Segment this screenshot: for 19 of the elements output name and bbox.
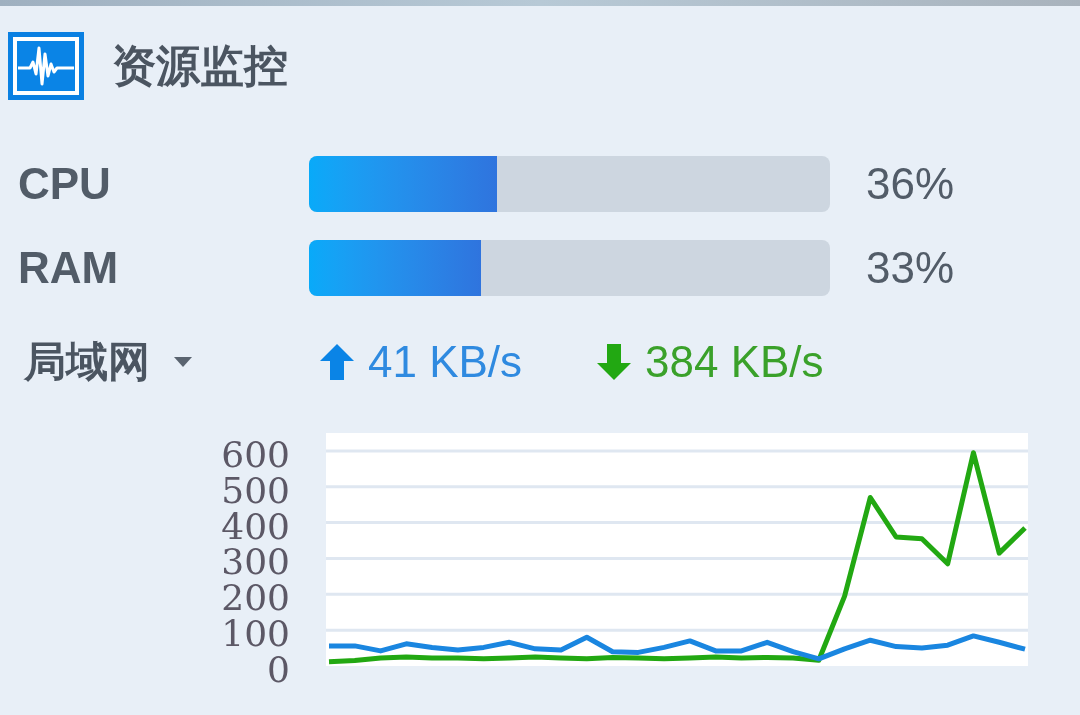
network-dropdown[interactable]: 局域网 [24,341,192,383]
meter-reading: 36% [866,162,955,206]
meter-label: CPU [18,162,112,206]
caret-icon [174,357,192,367]
y-axis-label: 300 [221,545,290,580]
upload-speed: 41 KB/s [368,340,523,384]
meter-reading: 33% [866,246,955,290]
y-axis-label: 400 [221,509,290,544]
download-speed: 384 KB/s [645,340,824,384]
y-axis-label: 200 [221,581,290,616]
upload-arrow-icon [320,344,354,380]
y-axis-label: 100 [221,617,290,652]
y-axis-label: 0 [267,653,290,687]
download-arrow-icon [597,344,631,380]
y-axis-label: 500 [221,473,290,508]
waveform-monitor-icon [8,32,84,100]
meter-label: RAM [18,246,120,290]
widget-title: 资源监控 [112,44,288,88]
y-axis-label: 600 [221,437,290,472]
